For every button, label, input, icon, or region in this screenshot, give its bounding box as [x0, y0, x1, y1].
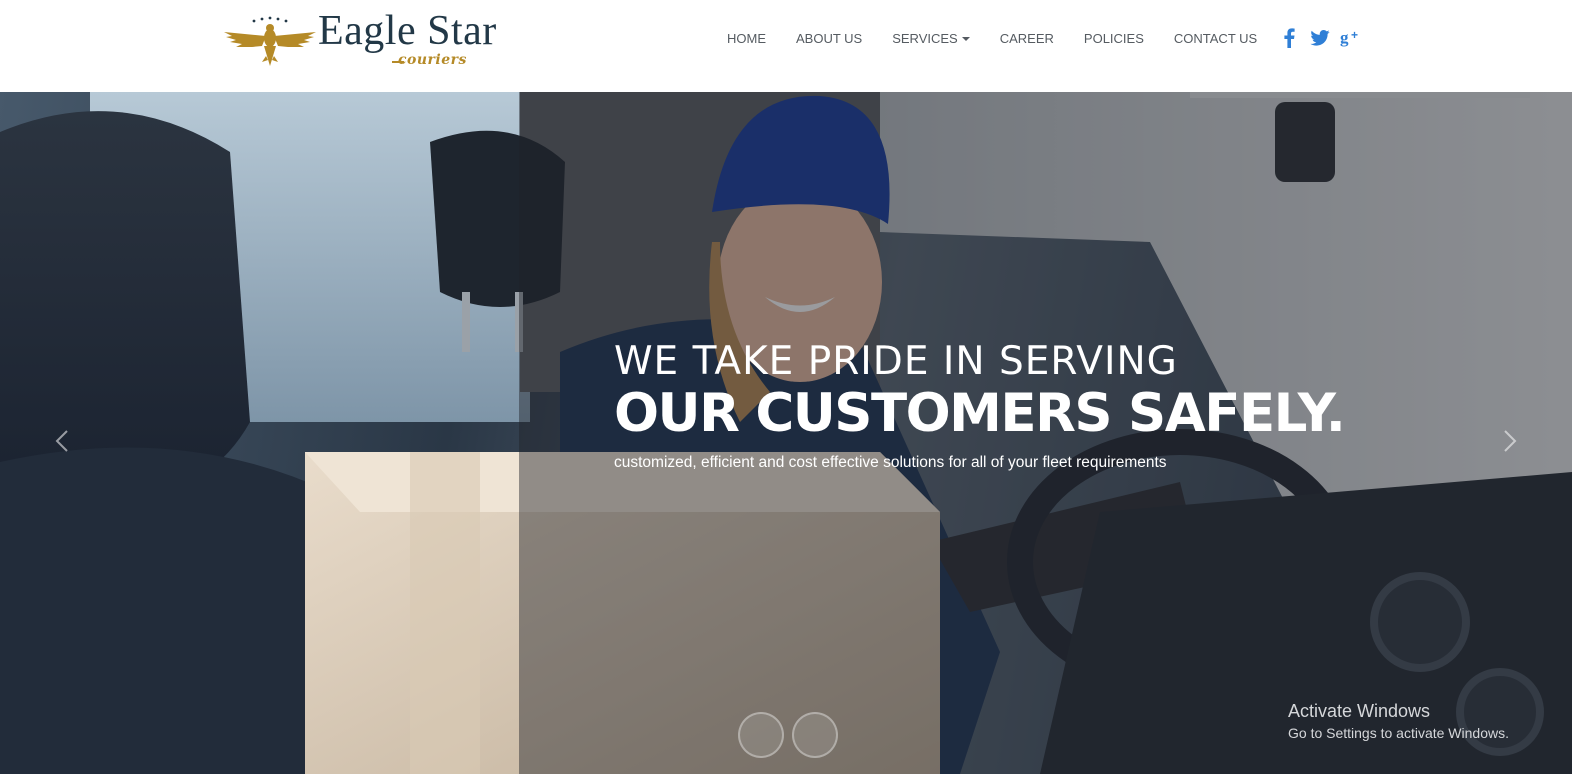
nav-career[interactable]: CAREER [985, 31, 1069, 46]
eagle-logo-icon [224, 16, 316, 66]
slide-thumbnails [738, 712, 846, 758]
hero-heading-line2: OUR CUSTOMERS SAFELY. [614, 383, 1346, 444]
google-plus-icon[interactable]: g + [1340, 27, 1362, 49]
hero-slider: WE TAKE PRIDE IN SERVING OUR CUSTOMERS S… [0, 92, 1572, 774]
brand-subtitle: couriers [398, 52, 467, 68]
watermark-title: Activate Windows [1288, 701, 1431, 721]
slide-thumb-1[interactable] [738, 712, 784, 758]
twitter-icon[interactable] [1309, 27, 1331, 49]
nav-services-label: SERVICES [892, 30, 958, 46]
nav-services[interactable]: SERVICES [877, 31, 985, 46]
svg-text:+: + [1351, 28, 1358, 42]
caret-down-icon [961, 36, 970, 41]
hero-caption: WE TAKE PRIDE IN SERVING OUR CUSTOMERS S… [614, 338, 1346, 472]
main-nav: HOME ABOUT US SERVICES CAREER POLICIES C… [712, 27, 1371, 49]
chevron-right-icon[interactable] [1500, 428, 1520, 454]
nav-policies[interactable]: POLICIES [1069, 31, 1159, 46]
site-header: Eagle Star couriers HOME ABOUT US SERVIC… [0, 0, 1572, 92]
social-links: g + [1278, 27, 1371, 49]
chevron-left-icon[interactable] [52, 428, 72, 454]
nav-home[interactable]: HOME [712, 31, 781, 46]
nav-contact-us[interactable]: CONTACT US [1159, 31, 1272, 46]
site-logo[interactable]: Eagle Star couriers [222, 8, 514, 72]
slide-thumb-2[interactable] [792, 712, 838, 758]
brand-name: Eagle Star [318, 8, 497, 54]
hero-description: customized, efficient and cost effective… [614, 454, 1167, 471]
hero-heading-line1: WE TAKE PRIDE IN SERVING [614, 339, 1178, 384]
nav-about-us[interactable]: ABOUT US [781, 31, 877, 46]
watermark-subtitle: Go to Settings to activate Windows. [1288, 725, 1509, 741]
windows-activation-watermark: Activate Windows Go to Settings to activ… [1288, 700, 1509, 743]
facebook-icon[interactable] [1278, 27, 1300, 49]
svg-text:g: g [1340, 28, 1349, 47]
